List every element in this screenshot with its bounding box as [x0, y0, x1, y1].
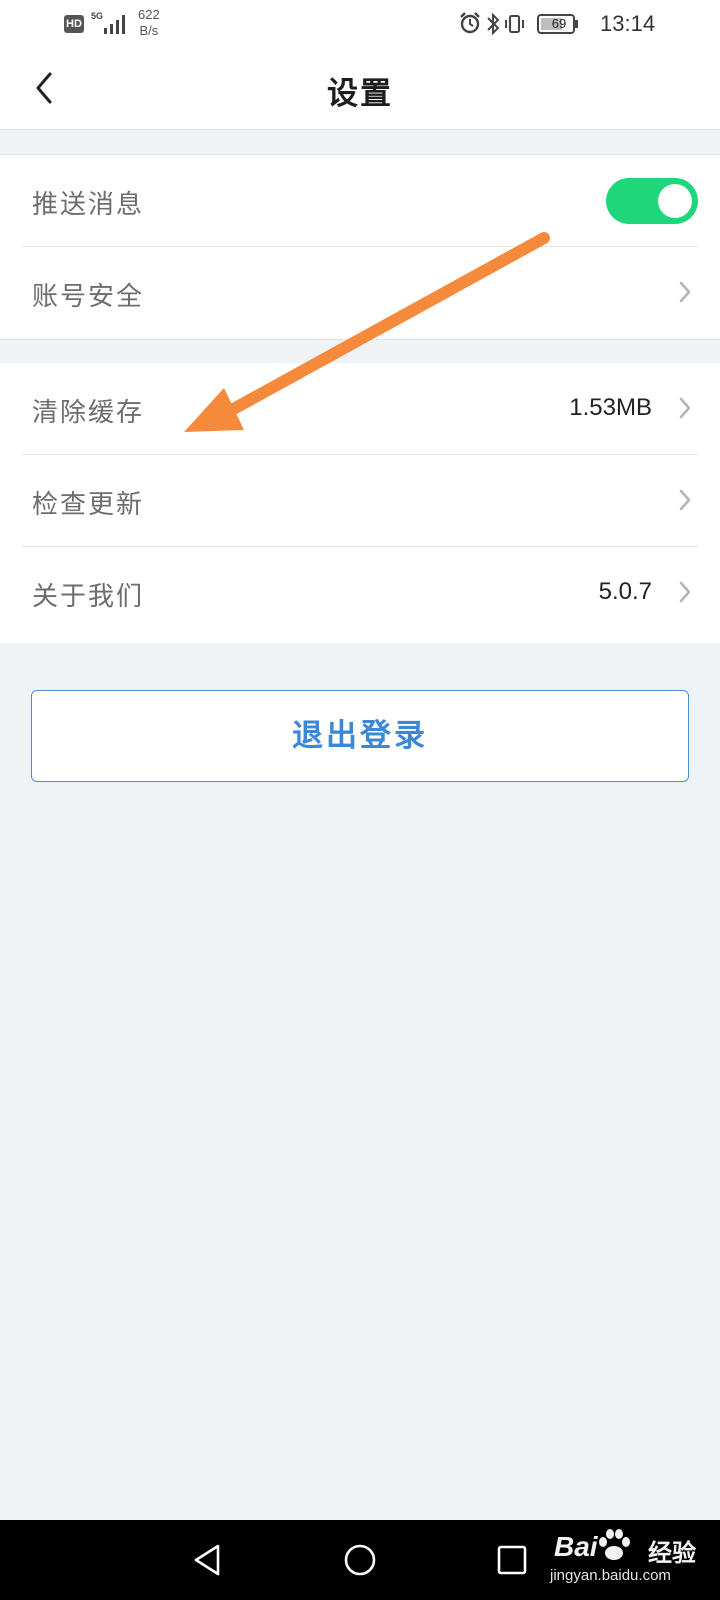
- account-security-label: 账号安全: [32, 282, 145, 312]
- page-title: 设置: [327, 76, 393, 112]
- logout-button[interactable]: 退出登录: [31, 690, 689, 782]
- alarm-icon: [460, 12, 480, 34]
- network-speed: 622 B/s: [138, 7, 160, 39]
- nav-back-icon[interactable]: [190, 1542, 224, 1578]
- baidu-jingyan-watermark: Bai 经验 jingyan.baidu.com: [548, 1527, 718, 1593]
- signal-icon: [104, 15, 125, 34]
- cache-size-value: 1.53MB: [569, 394, 652, 421]
- paw-icon: [599, 1529, 630, 1560]
- network-speed-value: 622: [138, 7, 160, 22]
- settings-group-secondary: 清除缓存 1.53MB 检查更新 关于我们 5.0.7: [0, 363, 720, 643]
- push-notifications-label: 推送消息: [32, 190, 145, 220]
- hd-badge: HD: [64, 15, 84, 33]
- toggle-knob: [658, 184, 692, 218]
- settings-screen: HD 5G 622 B/s 69 13:14 设置 推送消息 账号安全 清除缓存…: [0, 0, 720, 1600]
- vibrate-icon: [505, 15, 524, 33]
- about-us-label: 关于我们: [32, 582, 145, 612]
- push-notifications-toggle[interactable]: [606, 178, 698, 224]
- bluetooth-icon: [487, 12, 500, 36]
- chevron-right-icon: [679, 281, 691, 303]
- network-speed-unit: B/s: [139, 23, 159, 38]
- chevron-right-icon: [679, 581, 691, 603]
- account-security-row[interactable]: 账号安全: [22, 247, 698, 339]
- chevron-right-icon: [679, 489, 691, 511]
- check-update-row[interactable]: 检查更新: [22, 455, 698, 547]
- chevron-right-icon: [679, 397, 691, 419]
- clear-cache-row[interactable]: 清除缓存 1.53MB: [22, 363, 698, 455]
- watermark-jingyan-text: 经验: [648, 1539, 696, 1567]
- nav-home-icon[interactable]: [343, 1543, 377, 1577]
- nav-recents-icon[interactable]: [496, 1544, 528, 1576]
- battery-level: 69: [551, 16, 567, 31]
- app-version-value: 5.0.7: [598, 578, 652, 605]
- push-notifications-row: 推送消息: [22, 155, 698, 247]
- app-header: 设置: [0, 48, 720, 130]
- about-us-row[interactable]: 关于我们 5.0.7: [22, 547, 698, 639]
- watermark-logo-text: Bai: [554, 1531, 598, 1562]
- settings-group-primary: 推送消息 账号安全: [0, 154, 720, 340]
- status-bar: HD 5G 622 B/s 69 13:14: [0, 0, 720, 48]
- watermark-url: jingyan.baidu.com: [550, 1567, 671, 1584]
- clear-cache-label: 清除缓存: [32, 398, 145, 428]
- clock: 13:14: [600, 11, 656, 36]
- check-update-label: 检查更新: [32, 490, 145, 520]
